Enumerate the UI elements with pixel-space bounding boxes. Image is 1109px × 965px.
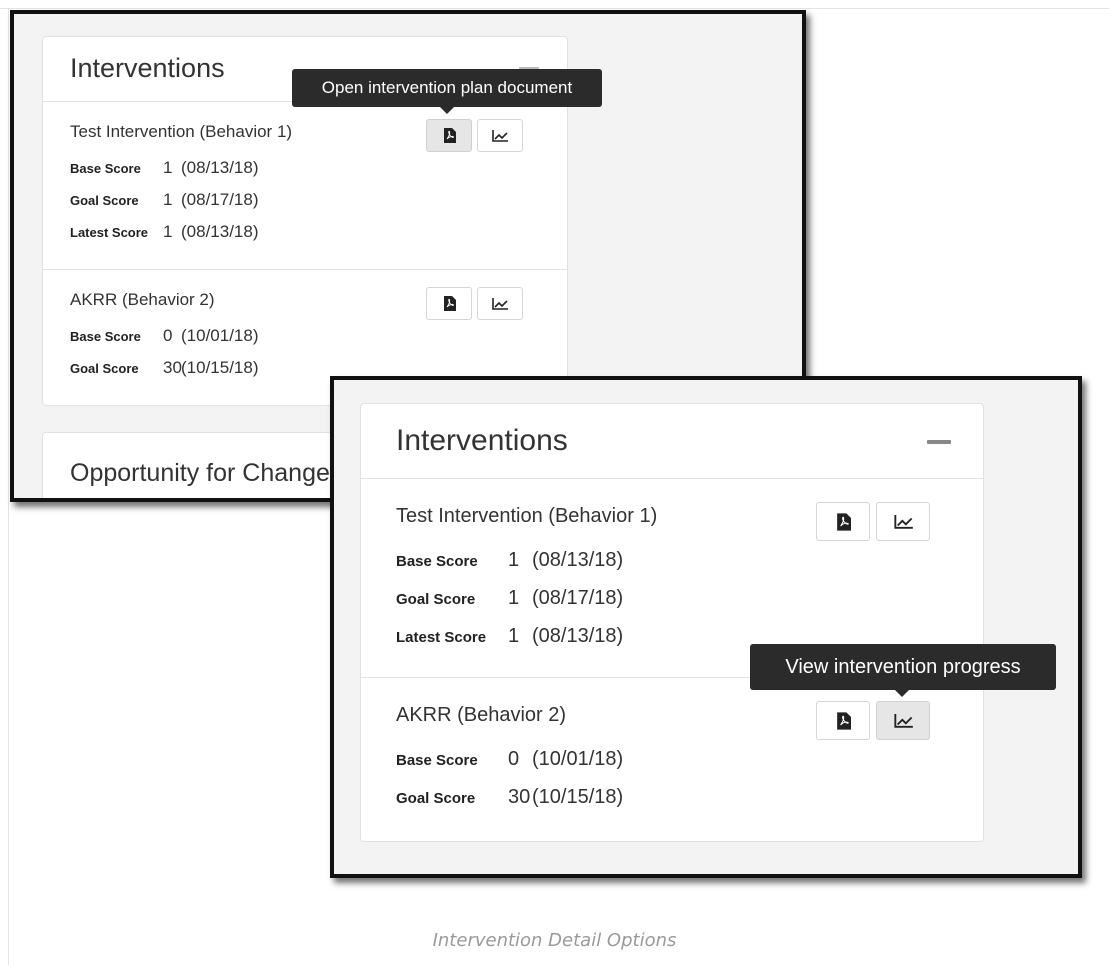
score-value: 30: [508, 786, 531, 808]
line-chart-icon: [893, 713, 913, 728]
line-chart-icon: [893, 514, 913, 529]
score-date: (10/01/18): [532, 748, 624, 770]
score-label: Goal Score: [70, 193, 139, 208]
interventions-panel: Interventions Test Intervention (Behavio…: [360, 403, 984, 842]
view-progress-button[interactable]: [477, 287, 523, 320]
score-date: (08/13/18): [532, 625, 624, 647]
score-row: Goal Score 1 (08/17/18): [70, 190, 259, 210]
view-progress-button[interactable]: [876, 502, 930, 541]
score-date: (08/13/18): [181, 158, 259, 177]
score-row: Base Score 1 (08/13/18): [396, 549, 623, 572]
score-label: Goal Score: [396, 790, 476, 807]
intervention-name: Test Intervention (Behavior 1): [396, 505, 658, 527]
tooltip-text: Open intervention plan document: [321, 78, 573, 97]
intervention-name: AKRR (Behavior 2): [70, 290, 215, 309]
tooltip-arrow: [440, 107, 454, 114]
score-value: 1: [508, 587, 520, 609]
score-row: Base Score 0 (10/01/18): [396, 748, 623, 771]
score-row: Goal Score 30(10/15/18): [70, 358, 259, 378]
page-left-rule: [8, 8, 9, 965]
score-row: Base Score 1 (08/13/18): [70, 158, 259, 178]
score-date: (08/13/18): [532, 549, 624, 571]
pdf-document-icon: [443, 128, 456, 143]
score-label: Base Score: [396, 553, 478, 570]
score-label: Goal Score: [396, 591, 476, 608]
tooltip-arrow: [895, 690, 909, 697]
score-date: (08/17/18): [181, 190, 259, 209]
pdf-document-icon: [836, 711, 851, 730]
score-value: 1: [163, 190, 173, 209]
score-row: Goal Score 1 (08/17/18): [396, 587, 623, 610]
pdf-document-icon: [836, 512, 851, 531]
intervention-item: Test Intervention (Behavior 1) Base Scor…: [43, 102, 567, 270]
panel-title: Interventions: [396, 424, 568, 457]
section-title[interactable]: Opportunity for Change: [70, 459, 330, 488]
score-label: Goal Score: [70, 361, 139, 376]
score-label: Base Score: [70, 161, 141, 176]
score-value: 1: [508, 625, 520, 647]
score-date: (10/15/18): [532, 786, 624, 808]
score-row: Latest Score 1 (08/13/18): [70, 222, 259, 242]
score-row: Base Score 0 (10/01/18): [70, 326, 259, 346]
open-plan-document-button[interactable]: [426, 119, 472, 152]
view-progress-button[interactable]: [876, 701, 930, 740]
score-label: Base Score: [396, 752, 478, 769]
score-date: (10/15/18): [181, 358, 259, 377]
panel-header: Interventions: [361, 404, 983, 479]
line-chart-icon: [492, 129, 508, 142]
view-progress-button[interactable]: [477, 119, 523, 152]
score-label: Base Score: [70, 329, 141, 344]
figure-caption: Intervention Detail Options: [432, 930, 677, 951]
intervention-name: AKRR (Behavior 2): [396, 704, 567, 726]
score-row: Goal Score 30(10/15/18): [396, 786, 623, 809]
score-date: (10/01/18): [181, 326, 259, 345]
score-value: 0: [508, 748, 520, 770]
tooltip: Open intervention plan document: [292, 69, 602, 114]
open-plan-document-button[interactable]: [426, 287, 472, 320]
screenshot-view-progress: Interventions Test Intervention (Behavio…: [330, 376, 1082, 878]
score-row: Latest Score 1 (08/13/18): [396, 625, 623, 648]
score-label: Latest Score: [396, 629, 487, 646]
score-value: 1: [508, 549, 520, 571]
page-top-rule: [0, 8, 1109, 9]
score-value: 0: [163, 326, 173, 345]
open-plan-document-button[interactable]: [816, 701, 870, 740]
score-value: 30: [163, 358, 182, 377]
open-plan-document-button[interactable]: [816, 502, 870, 541]
tooltip-text: View intervention progress: [785, 655, 1021, 678]
panel-title: Interventions: [70, 53, 225, 83]
score-value: 1: [163, 222, 173, 241]
intervention-name: Test Intervention (Behavior 1): [70, 122, 293, 141]
score-value: 1: [163, 158, 173, 177]
minus-icon[interactable]: [927, 440, 951, 444]
line-chart-icon: [492, 297, 508, 310]
score-date: (08/13/18): [181, 222, 259, 241]
pdf-document-icon: [443, 296, 456, 311]
score-label: Latest Score: [70, 225, 149, 240]
score-date: (08/17/18): [532, 587, 624, 609]
tooltip: View intervention progress: [750, 644, 1056, 697]
intervention-item: AKRR (Behavior 2) Base Score 0 (10/01/18) …: [361, 678, 983, 838]
